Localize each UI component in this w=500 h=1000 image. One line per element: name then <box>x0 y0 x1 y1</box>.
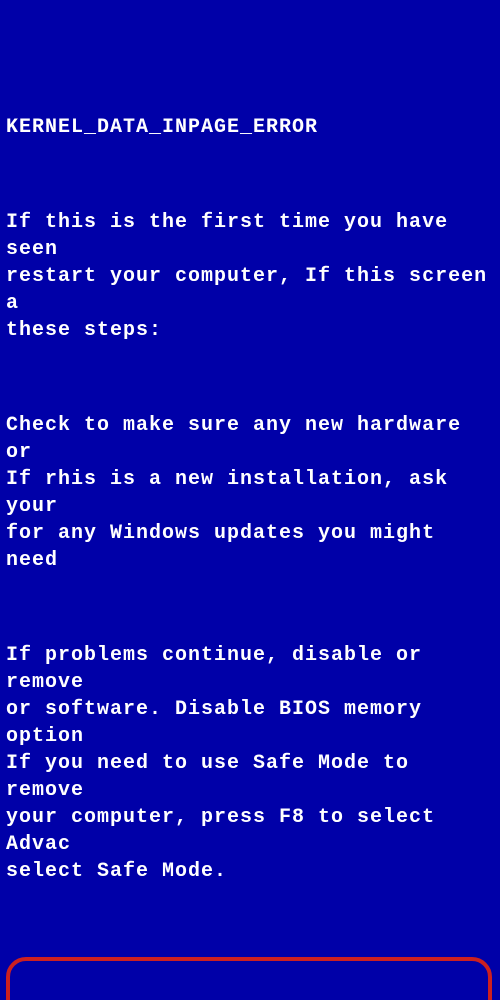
bsod-paragraph-1: If this is the first time you have seen … <box>6 209 500 344</box>
technical-info-highlight-box: Technical information: *** STOP: 0x00000… <box>6 957 492 1000</box>
bsod-error-title: KERNEL_DATA_INPAGE_ERROR <box>6 114 500 141</box>
bsod-paragraph-3: If problems continue, disable or remove … <box>6 642 500 885</box>
bsod-paragraph-2: Check to make sure any new hardware or I… <box>6 412 500 574</box>
